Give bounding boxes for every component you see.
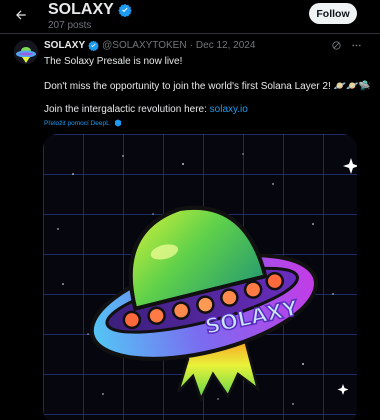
follow-button[interactable]: Follow bbox=[309, 3, 357, 24]
post-count: 207 posts bbox=[48, 20, 92, 31]
tweet-line-1: The Solaxy Presale is now live! bbox=[44, 56, 183, 67]
tweet-line-2: Don't miss the opportunity to join the w… bbox=[44, 81, 371, 92]
profile-name: SOLAXY bbox=[48, 1, 114, 18]
header-divider bbox=[0, 33, 380, 34]
profile-title-block: SOLAXY 207 posts bbox=[48, 1, 132, 31]
solaxy-link[interactable]: solaxy.io bbox=[210, 104, 248, 115]
emoji-group: 🪐🪐🛸 bbox=[333, 81, 371, 92]
avatar[interactable] bbox=[14, 40, 38, 64]
ufo-avatar-icon bbox=[14, 40, 38, 64]
author-name[interactable]: SOLAXY bbox=[44, 40, 85, 51]
post-date[interactable]: Dec 12, 2024 bbox=[196, 40, 256, 51]
tweet-line-3-prefix: Join the intergalactic revolution here: bbox=[44, 104, 210, 115]
arrow-left-icon bbox=[16, 10, 26, 20]
grok-icon[interactable] bbox=[331, 40, 342, 51]
tweet-line-2-text: Don't miss the opportunity to join the w… bbox=[44, 81, 331, 92]
top-bar: SOLAXY 207 posts Follow bbox=[0, 0, 380, 33]
post-image[interactable]: SOLAXY bbox=[43, 134, 357, 420]
back-button[interactable] bbox=[10, 4, 32, 26]
translate-label: Přeložit pomocí DeepL bbox=[44, 119, 110, 127]
deepl-icon bbox=[114, 119, 121, 127]
author-handle[interactable]: @SOLAXYTOKEN bbox=[102, 40, 186, 51]
tweet-header: SOLAXY @SOLAXYTOKEN · Dec 12, 2024 bbox=[44, 40, 255, 51]
more-options-icon[interactable] bbox=[351, 40, 362, 51]
tweet-actions bbox=[331, 40, 362, 51]
separator-dot: · bbox=[189, 40, 193, 51]
tweet-line-3: Join the intergalactic revolution here: … bbox=[44, 104, 248, 115]
verified-badge-icon bbox=[118, 3, 132, 17]
translate-deepl[interactable]: Přeložit pomocí DeepL bbox=[44, 119, 122, 127]
verified-badge-icon bbox=[88, 40, 99, 51]
